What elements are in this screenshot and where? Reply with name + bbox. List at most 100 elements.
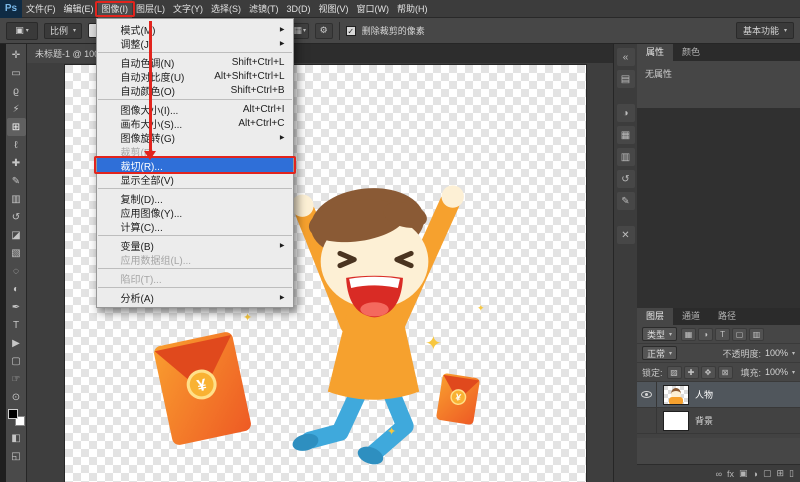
menu-type[interactable]: 文字(Y) (169, 0, 207, 18)
lock-position-icon[interactable]: ✥ (701, 366, 716, 379)
crop-settings-button[interactable]: ⚙ (315, 23, 333, 39)
screen-mode-icon[interactable]: ◱ (7, 447, 26, 465)
lock-all-icon[interactable]: ⊠ (718, 366, 733, 379)
tab-layers[interactable]: 图层 (637, 308, 673, 325)
styles-panel-icon[interactable]: ▦ (617, 126, 635, 144)
blend-mode-select[interactable]: 正常 ▾ (642, 346, 677, 360)
menu-edit[interactable]: 编辑(E) (60, 0, 98, 18)
clone-stamp-tool[interactable]: ▥ (7, 190, 26, 208)
history-brush-tool[interactable]: ↺ (7, 208, 26, 226)
menu-item-auto-contrast[interactable]: 自动对比度(U) Alt+Shift+Ctrl+L (97, 69, 293, 83)
layer-row[interactable]: 背景 (637, 408, 800, 434)
menu-item-image-size[interactable]: 图像大小(I)... Alt+Ctrl+I (97, 102, 293, 116)
color-panel-icon[interactable]: ▤ (617, 70, 635, 88)
lock-pixels-icon[interactable]: ✚ (684, 366, 699, 379)
menu-item-reveal-all[interactable]: 显示全部(V) (97, 172, 293, 186)
menu-filter[interactable]: 滤镜(T) (245, 0, 283, 18)
aspect-ratio-select[interactable]: 比例 ▾ (44, 23, 82, 39)
menu-3d[interactable]: 3D(D) (283, 0, 315, 18)
menu-layer[interactable]: 图层(L) (132, 0, 169, 18)
layer-filter-select[interactable]: 类型 ▾ (642, 327, 677, 341)
menu-file[interactable]: 文件(F) (22, 0, 60, 18)
lock-transparency-icon[interactable]: ▨ (667, 366, 682, 379)
image-menu-dropdown: 模式(M) ▶ 调整(J) ▶ 自动色调(N) Shift+Ctrl+L 自动对… (96, 18, 294, 308)
link-layers-icon[interactable]: ∞ (716, 469, 722, 479)
menu-item-mode[interactable]: 模式(M) ▶ (97, 22, 293, 36)
quick-mask-icon[interactable]: ◧ (7, 429, 26, 447)
menu-item-apply-image[interactable]: 应用图像(Y)... (97, 205, 293, 219)
menu-item-variables[interactable]: 变量(B) ▶ (97, 238, 293, 252)
move-tool[interactable]: ✛ (7, 46, 26, 64)
history-panel-icon[interactable]: ↺ (617, 170, 635, 188)
filter-type-icon[interactable]: T (715, 328, 730, 341)
tab-color[interactable]: 颜色 (673, 44, 709, 61)
visibility-toggle[interactable] (637, 382, 657, 407)
menu-item-image-rotation[interactable]: 图像旋转(G) ▶ (97, 130, 293, 144)
menu-item-calculations[interactable]: 计算(C)... (97, 219, 293, 233)
libraries-panel-icon[interactable]: ▥ (617, 148, 635, 166)
menu-item-apply-data-set[interactable]: 应用数据组(L)... (97, 252, 293, 266)
crop-tool-preset[interactable]: ▣ ▾ (6, 22, 38, 40)
layer-thumbnail[interactable] (663, 411, 689, 431)
tab-paths[interactable]: 路径 (709, 308, 745, 325)
delete-cropped-pixels-checkbox[interactable]: ✓ (346, 26, 356, 36)
type-tool[interactable]: T (7, 316, 26, 334)
menu-item-duplicate[interactable]: 复制(D)... (97, 191, 293, 205)
filter-shape-icon[interactable]: ▢ (732, 328, 747, 341)
close-panel-icon[interactable]: ✕ (617, 226, 635, 244)
filter-adjustment-icon[interactable]: ◑ (698, 328, 713, 341)
collapse-panels-icon[interactable]: « (617, 48, 635, 66)
menu-item-label: 计算(C)... (121, 219, 163, 234)
crop-tool[interactable]: ⊞ (7, 118, 26, 136)
healing-brush-tool[interactable]: ✚ (7, 154, 26, 172)
layer-group-icon[interactable]: ▢ (763, 468, 772, 479)
tab-properties[interactable]: 属性 (637, 44, 673, 61)
path-selection-tool[interactable]: ▶ (7, 334, 26, 352)
layer-row[interactable]: 人物 (637, 382, 800, 408)
menu-item-analysis[interactable]: 分析(A) ▶ (97, 290, 293, 304)
marquee-tool[interactable]: ▭ (7, 64, 26, 82)
menu-image[interactable]: 图像(I) (98, 0, 133, 18)
layer-thumbnail[interactable] (663, 385, 689, 405)
new-layer-icon[interactable]: ⊞ (777, 468, 785, 479)
hand-tool[interactable]: ☞ (7, 370, 26, 388)
zoom-tool[interactable]: ⊙ (7, 388, 26, 406)
menu-item-auto-tone[interactable]: 自动色调(N) Shift+Ctrl+L (97, 55, 293, 69)
quick-selection-tool[interactable]: ⚡ (7, 100, 26, 118)
lasso-tool[interactable]: ϱ (7, 82, 26, 100)
adjustment-layer-icon[interactable]: ◑ (753, 469, 758, 479)
gradient-tool[interactable]: ▧ (7, 244, 26, 262)
shape-tool[interactable]: ▢ (7, 352, 26, 370)
menu-window[interactable]: 窗口(W) (353, 0, 394, 18)
brush-tool[interactable]: ✎ (7, 172, 26, 190)
filter-pixel-icon[interactable]: ▦ (681, 328, 696, 341)
tab-channels[interactable]: 通道 (673, 308, 709, 325)
color-swatches[interactable] (8, 409, 25, 426)
adjustments-panel-icon[interactable]: ◑ (617, 104, 635, 122)
dodge-tool[interactable]: ◐ (7, 280, 26, 298)
foreground-color-swatch[interactable] (8, 409, 18, 419)
filter-smart-object-icon[interactable]: ▥ (749, 328, 764, 341)
brush-settings-panel-icon[interactable]: ✎ (617, 192, 635, 210)
menu-select[interactable]: 选择(S) (207, 0, 245, 18)
pen-tool[interactable]: ✒ (7, 298, 26, 316)
workspace-switcher[interactable]: 基本功能 ▾ (736, 22, 794, 39)
opacity-value[interactable]: 100% (765, 348, 788, 358)
menu-item-adjustments[interactable]: 调整(J) ▶ (97, 36, 293, 50)
eraser-tool[interactable]: ◪ (7, 226, 26, 244)
menu-item-auto-color[interactable]: 自动颜色(O) Shift+Ctrl+B (97, 83, 293, 97)
delete-layer-icon[interactable]: ▯ (789, 468, 794, 479)
menu-view[interactable]: 视图(V) (315, 0, 353, 18)
chevron-down-icon: ▾ (669, 331, 672, 338)
blur-tool[interactable]: ◌ (7, 262, 26, 280)
menu-item-canvas-size[interactable]: 画布大小(S)... Alt+Ctrl+C (97, 116, 293, 130)
menu-item-trap[interactable]: 陷印(T)... (97, 271, 293, 285)
menu-item-trim[interactable]: 裁切(R)... (97, 158, 293, 172)
eyedropper-tool[interactable]: ℓ (7, 136, 26, 154)
layer-mask-icon[interactable]: ▣ (739, 468, 748, 479)
fill-value[interactable]: 100% (765, 367, 788, 377)
menu-help[interactable]: 帮助(H) (393, 0, 432, 18)
layer-effects-icon[interactable]: fx (727, 469, 734, 479)
menu-item-crop[interactable]: 裁剪(P) (97, 144, 293, 158)
visibility-toggle[interactable] (637, 408, 657, 433)
